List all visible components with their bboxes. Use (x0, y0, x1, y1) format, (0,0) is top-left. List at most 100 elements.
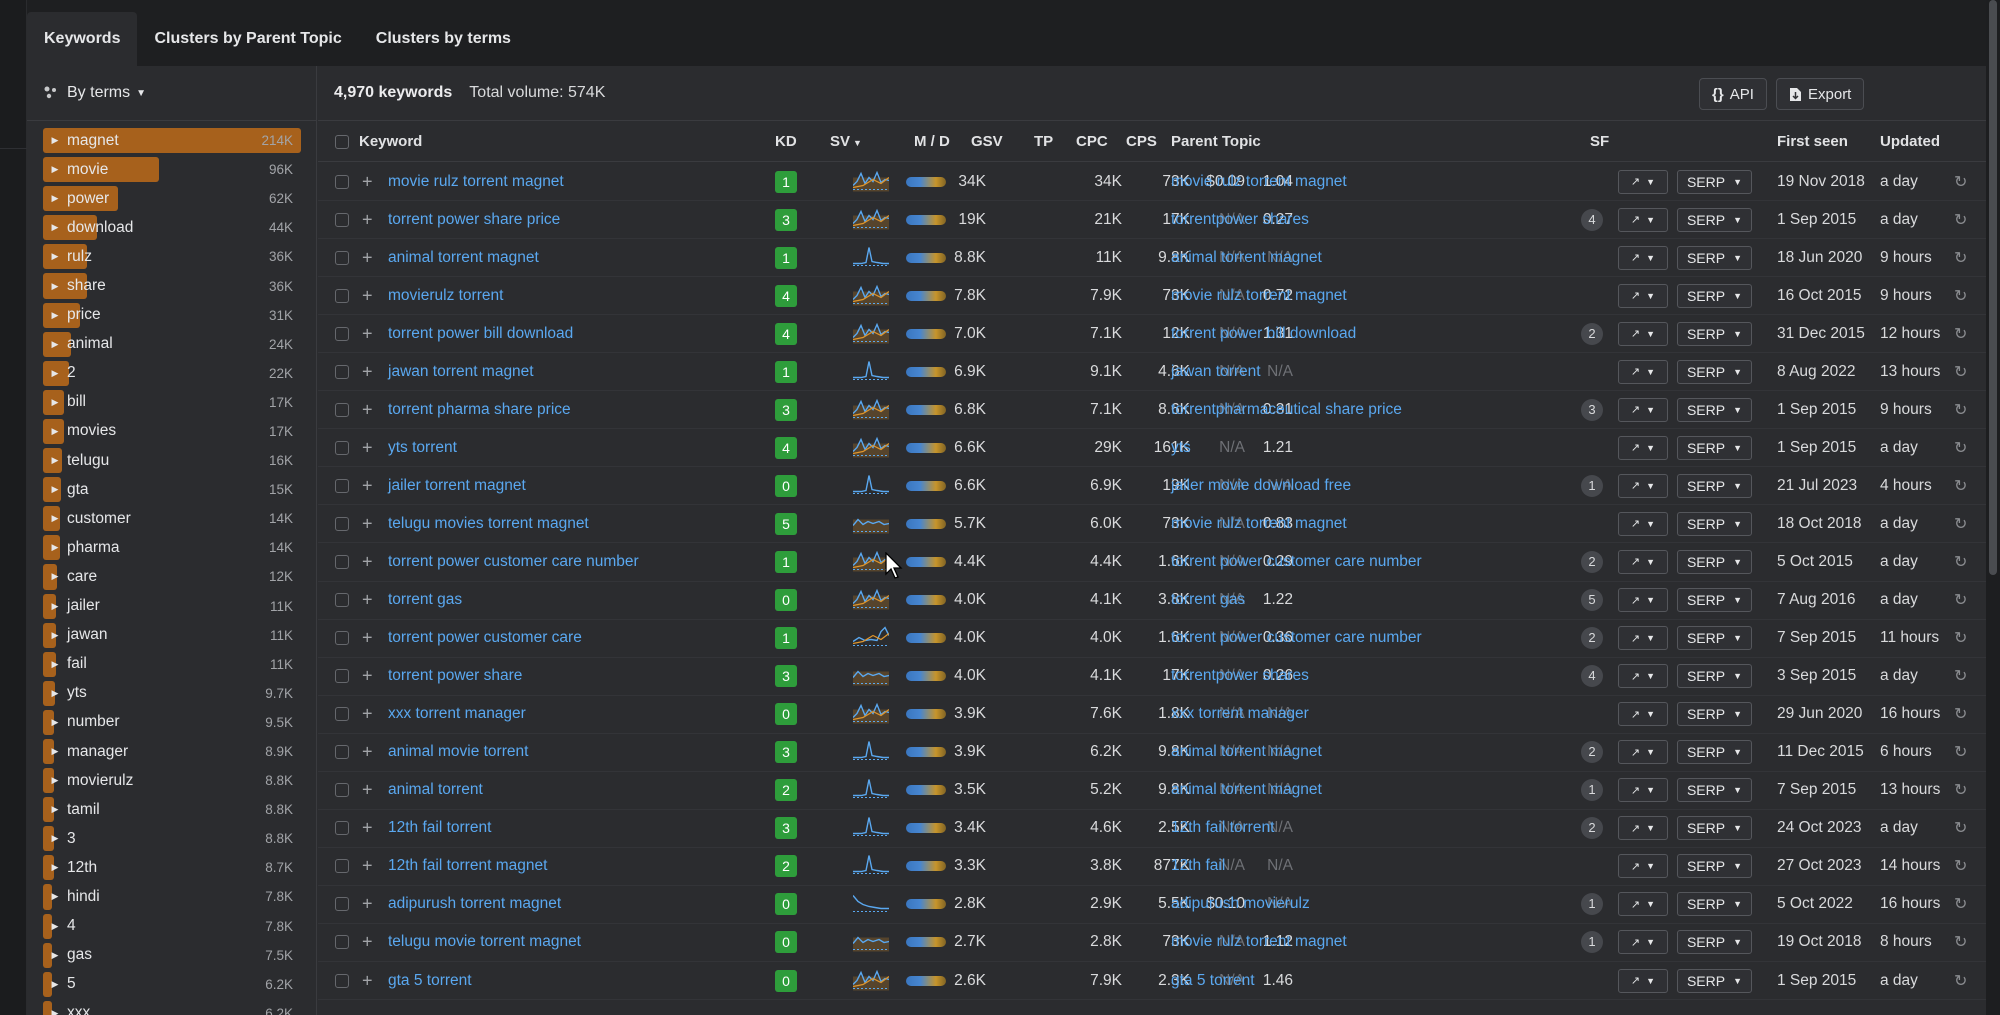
serp-button[interactable]: SERP ▼ (1677, 359, 1752, 384)
expand-arrow-icon[interactable]: ▶ (43, 310, 67, 321)
trend-chart-button[interactable]: ↗ ▼ (1618, 435, 1668, 460)
keyword-link[interactable]: torrent power customer care (388, 629, 582, 647)
add-to-list-icon[interactable]: + (362, 628, 373, 649)
parent-topic-link[interactable]: torrent power customer care number (1171, 629, 1422, 647)
expand-arrow-icon[interactable]: ▶ (43, 222, 67, 233)
table-row[interactable]: + animal torrent 2 3.5K 5.2K 9.8K N/A N/A animal… (318, 772, 1986, 810)
parent-topic-link[interactable]: jailer movie download free (1171, 477, 1351, 495)
keyword-link[interactable]: telugu movie torrent magnet (388, 933, 581, 951)
add-to-list-icon[interactable]: + (362, 171, 373, 192)
refresh-icon[interactable]: ↻ (1954, 590, 1967, 610)
trend-chart-button[interactable]: ↗ ▼ (1618, 549, 1668, 574)
col-md[interactable]: M / D (914, 133, 950, 150)
row-checkbox[interactable] (335, 288, 349, 303)
refresh-icon[interactable]: ↻ (1954, 248, 1967, 268)
keyword-link[interactable]: animal torrent magnet (388, 249, 539, 267)
add-to-list-icon[interactable]: + (362, 361, 373, 382)
scrollbar-thumb[interactable] (1989, 0, 1997, 575)
parent-topic-link[interactable]: animal torrent magnet (1171, 743, 1322, 761)
row-checkbox[interactable] (335, 516, 349, 531)
row-checkbox[interactable] (335, 440, 349, 455)
term-item[interactable]: ▶ telugu 16K (43, 446, 301, 475)
sf-count-badge[interactable]: 3 (1581, 398, 1603, 421)
term-item[interactable]: ▶ tamil 8.8K (43, 795, 301, 824)
parent-topic-link[interactable]: movie rulz torrent magnet (1171, 933, 1347, 951)
table-row[interactable]: + torrent power bill download 4 7.0K 7.1K 12K… (318, 315, 1986, 354)
parent-topic-link[interactable]: jawan torrent (1171, 363, 1261, 381)
table-row[interactable]: + torrent power customer care 1 4.0K 4.0K 1.6… (318, 620, 1986, 658)
term-item[interactable]: ▶ movies 17K (43, 417, 301, 446)
trend-chart-button[interactable]: ↗ ▼ (1618, 854, 1668, 879)
row-checkbox[interactable] (335, 669, 349, 684)
term-item[interactable]: ▶ hindi 7.8K (43, 882, 301, 911)
api-button[interactable]: {} API (1699, 78, 1767, 110)
parent-topic-link[interactable]: torrent gas (1171, 591, 1245, 609)
sf-count-badge[interactable]: 5 (1581, 589, 1603, 612)
col-sf[interactable]: SF (1590, 133, 1609, 150)
refresh-icon[interactable]: ↻ (1954, 856, 1967, 876)
sf-count-badge[interactable]: 1 (1581, 893, 1603, 916)
table-row[interactable]: + torrent power customer care number 1 4.4K… (318, 543, 1986, 582)
refresh-icon[interactable]: ↻ (1954, 324, 1967, 344)
trend-chart-button[interactable]: ↗ ▼ (1618, 588, 1668, 613)
term-item[interactable]: ▶ magnet 214K (43, 126, 301, 155)
term-item[interactable]: ▶ bill 17K (43, 388, 301, 417)
serp-button[interactable]: SERP ▼ (1677, 816, 1752, 841)
add-to-list-icon[interactable]: + (362, 818, 373, 839)
col-sv[interactable]: SV ▼ (830, 133, 862, 150)
term-item[interactable]: ▶ fail 11K (43, 650, 301, 679)
table-row[interactable]: + telugu movie torrent magnet 0 2.7K 2.8K 73K… (318, 924, 1986, 962)
keyword-link[interactable]: movierulz torrent (388, 287, 503, 305)
expand-arrow-icon[interactable]: ▶ (43, 833, 67, 844)
expand-arrow-icon[interactable]: ▶ (43, 921, 67, 932)
refresh-icon[interactable]: ↻ (1954, 628, 1967, 648)
table-row[interactable]: + movierulz torrent 4 7.8K 7.9K 73K N/A 0.72 mov… (318, 277, 1986, 316)
col-parent-topic[interactable]: Parent Topic (1171, 133, 1261, 150)
refresh-icon[interactable]: ↻ (1954, 210, 1967, 230)
keyword-link[interactable]: 12th fail torrent magnet (388, 857, 547, 875)
serp-button[interactable]: SERP ▼ (1677, 778, 1752, 803)
row-checkbox[interactable] (335, 821, 349, 836)
parent-topic-link[interactable]: torrentpower shares (1171, 211, 1309, 229)
refresh-icon[interactable]: ↻ (1954, 742, 1967, 762)
refresh-icon[interactable]: ↻ (1954, 780, 1967, 800)
term-item[interactable]: ▶ rulz 36K (43, 242, 301, 271)
trend-chart-button[interactable]: ↗ ▼ (1618, 397, 1668, 422)
term-item[interactable]: ▶ 12th 8.7K (43, 853, 301, 882)
export-button[interactable]: Export (1776, 78, 1865, 110)
table-row[interactable]: + torrent gas 0 4.0K 4.1K 3.8K N/A 1.22 torrent … (318, 582, 1986, 620)
parent-topic-link[interactable]: torrentpharmaceutical share price (1171, 401, 1402, 419)
table-row[interactable]: + jailer torrent magnet 0 6.6K 6.9K 19K N/A N/A… (318, 467, 1986, 506)
keyword-link[interactable]: yts torrent (388, 439, 457, 457)
serp-button[interactable]: SERP ▼ (1677, 588, 1752, 613)
serp-button[interactable]: SERP ▼ (1677, 473, 1752, 498)
trend-chart-button[interactable]: ↗ ▼ (1618, 473, 1668, 498)
col-first-seen[interactable]: First seen (1777, 133, 1848, 150)
trend-chart-button[interactable]: ↗ ▼ (1618, 626, 1668, 651)
expand-arrow-icon[interactable]: ▶ (43, 426, 67, 437)
serp-button[interactable]: SERP ▼ (1677, 664, 1752, 689)
expand-arrow-icon[interactable]: ▶ (43, 542, 67, 553)
parent-topic-link[interactable]: torrentpower shares (1171, 667, 1309, 685)
expand-arrow-icon[interactable]: ▶ (43, 688, 67, 699)
serp-button[interactable]: SERP ▼ (1677, 892, 1752, 917)
expand-arrow-icon[interactable]: ▶ (43, 775, 67, 786)
row-checkbox[interactable] (335, 745, 349, 760)
keyword-link[interactable]: torrent gas (388, 591, 462, 609)
trend-chart-button[interactable]: ↗ ▼ (1618, 359, 1668, 384)
keyword-link[interactable]: jailer torrent magnet (388, 477, 526, 495)
serp-button[interactable]: SERP ▼ (1677, 397, 1752, 422)
table-row[interactable]: + animal torrent magnet 1 8.8K 11K 9.8K N/A N/A… (318, 239, 1986, 278)
col-cps[interactable]: CPS (1126, 133, 1157, 150)
table-row[interactable]: + jawan torrent magnet 1 6.9K 9.1K 4.6K N/A N/A… (318, 353, 1986, 392)
term-item[interactable]: ▶ pharma 14K (43, 533, 301, 562)
expand-arrow-icon[interactable]: ▶ (43, 251, 67, 262)
trend-chart-button[interactable]: ↗ ▼ (1618, 511, 1668, 536)
serp-button[interactable]: SERP ▼ (1677, 435, 1752, 460)
row-checkbox[interactable] (335, 554, 349, 569)
term-item[interactable]: ▶ power 62K (43, 184, 301, 213)
expand-arrow-icon[interactable]: ▶ (43, 164, 67, 175)
parent-topic-link[interactable]: torrent power bill download (1171, 325, 1356, 343)
keyword-link[interactable]: xxx torrent manager (388, 705, 526, 723)
refresh-icon[interactable]: ↻ (1954, 666, 1967, 686)
